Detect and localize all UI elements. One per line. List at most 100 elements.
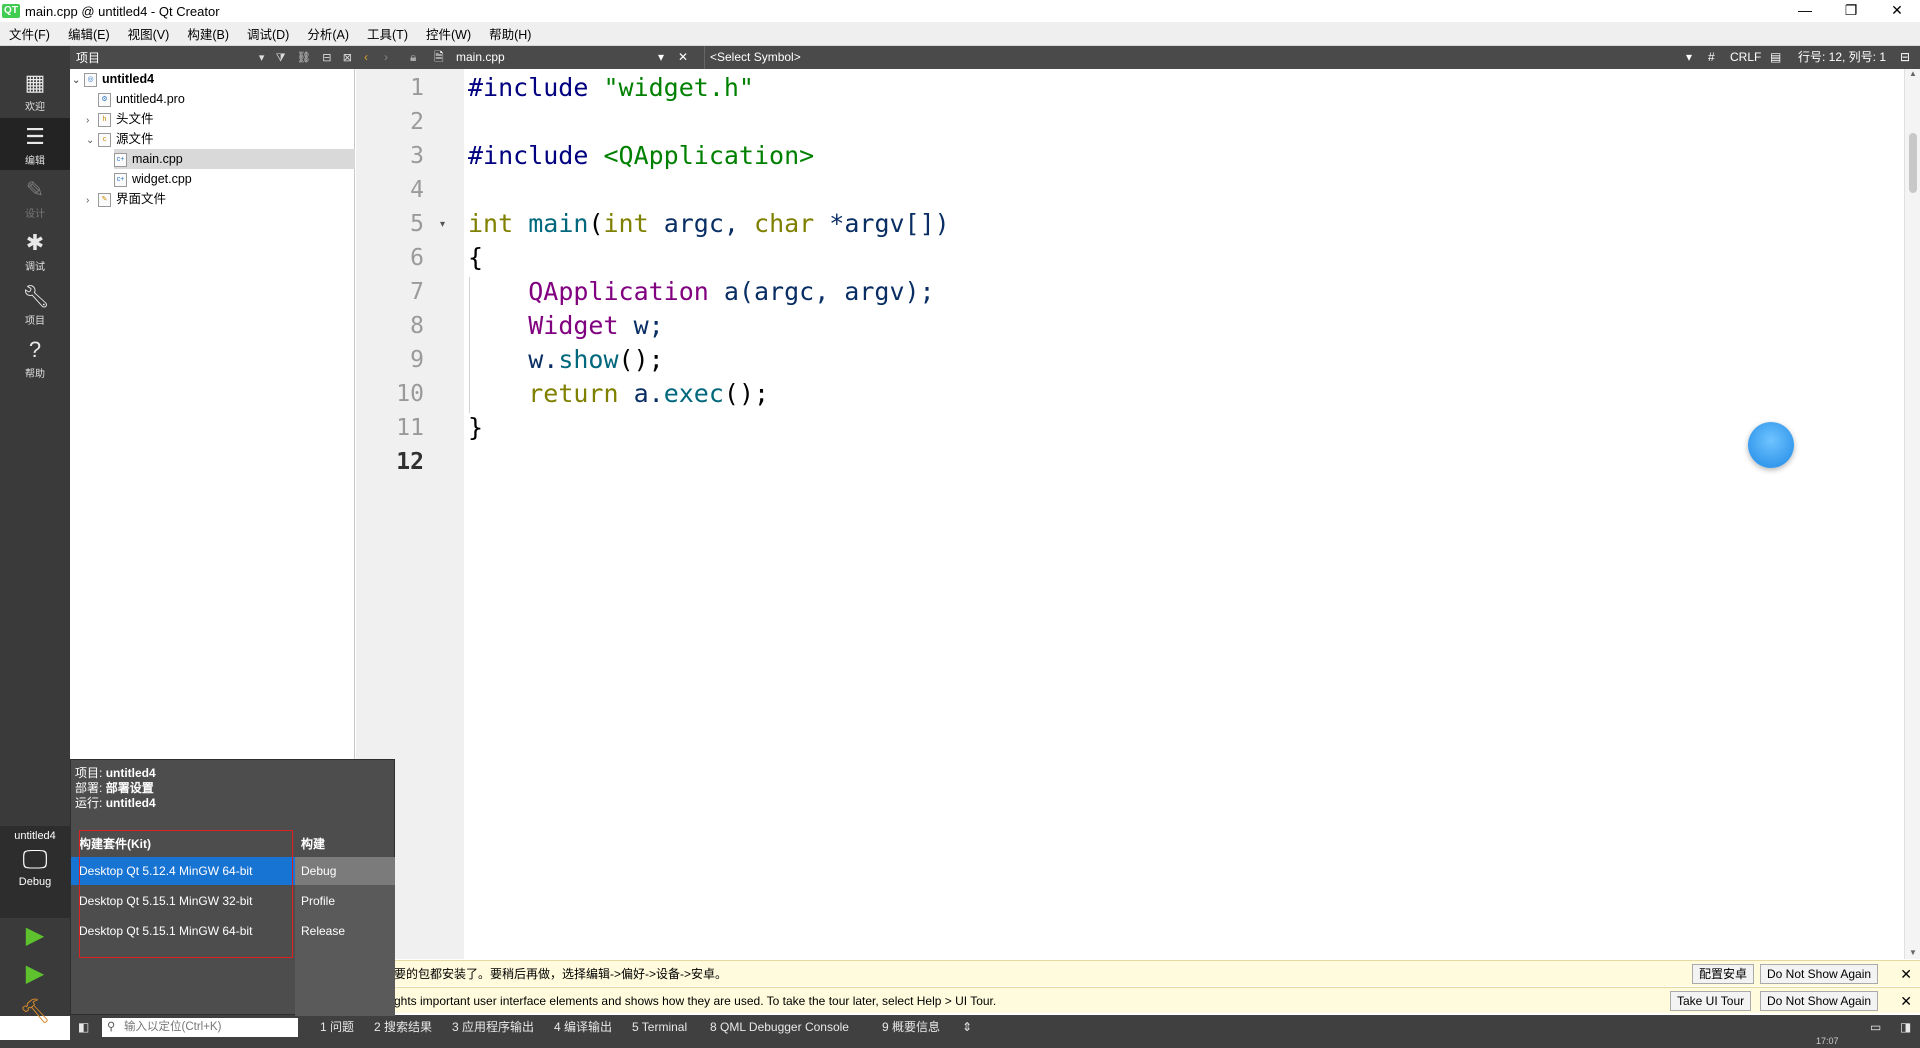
menu-tools[interactable]: 工具(T) [358, 24, 417, 43]
play-icon: ▶ [25, 922, 45, 949]
qt-logo-icon: QT [2, 4, 20, 18]
tab-terminal[interactable]: 5 Terminal [632, 1015, 687, 1040]
menu-debug[interactable]: 调试(D) [238, 24, 298, 43]
mode-projects[interactable]: 🔧︎ 项目 [0, 278, 70, 330]
right-sidebar-icon[interactable]: ◨ [1900, 1015, 1911, 1040]
editor-scrollbar[interactable]: ▲ ▼ [1904, 69, 1920, 959]
code-line: w.show(); [468, 345, 664, 374]
do-not-show-again-button[interactable]: Do Not Show Again [1760, 964, 1879, 984]
fold-arrow-icon[interactable]: ▾ [440, 219, 445, 230]
forward-icon[interactable]: › [384, 46, 388, 69]
debug-play-icon: ▶ [25, 960, 45, 987]
tab-search-results[interactable]: 2 搜索结果 [374, 1015, 432, 1040]
tree-node-pro-file[interactable]: ⚙ untitled4.pro [86, 89, 355, 109]
code-line: Widget w; [528, 311, 664, 340]
line-number: 2 [410, 109, 424, 135]
symbol-selector[interactable]: <Select Symbol> [704, 46, 801, 69]
split-icon[interactable]: ⊟ [322, 51, 331, 64]
code-line: #include "widget.h" [468, 73, 754, 102]
expand-arrow-icon[interactable]: ⌄ [72, 71, 84, 91]
tree-node-widget-cpp[interactable]: c+ widget.cpp [114, 169, 355, 189]
tab-compile-output[interactable]: 4 编译输出 [554, 1015, 612, 1040]
close-icon[interactable]: ✕ [1900, 961, 1912, 987]
floating-assistant-icon[interactable] [1748, 422, 1794, 468]
tab-general-messages[interactable]: 9 概要信息 [882, 1015, 940, 1040]
locator-input[interactable]: ⚲ 输入以定位(Ctrl+K) [102, 1018, 298, 1037]
chevron-down-icon[interactable]: ▾ [1686, 46, 1692, 69]
filter-icon[interactable]: ⧩ [276, 52, 286, 65]
collapse-arrow-icon[interactable]: › [86, 111, 98, 131]
mode-edit[interactable]: ☰ 编辑 [0, 118, 70, 170]
wrench-icon: 🔧︎ [22, 284, 50, 309]
tree-node-headers[interactable]: › h 头文件 [86, 109, 355, 129]
title-bar: QT main.cpp @ untitled4 - Qt Creator — ❐… [0, 0, 1920, 22]
menu-controls[interactable]: 控件(W) [417, 24, 480, 43]
monitor-icon: 🖵︎ [22, 844, 48, 874]
scroll-down-icon[interactable]: ▼ [1909, 948, 1917, 957]
hash-button[interactable]: # [1708, 46, 1715, 69]
scrollbar-thumb[interactable] [1909, 133, 1917, 193]
mode-debug[interactable]: ✱ 调试 [0, 224, 70, 276]
target-config: Debug [18, 876, 52, 888]
tree-node-main-cpp[interactable]: c+ main.cpp [114, 149, 355, 169]
mode-design[interactable]: ✎ 设计 [0, 171, 70, 223]
encoding-icon[interactable]: ▤ [1770, 46, 1781, 69]
menu-edit[interactable]: 编辑(E) [59, 24, 119, 43]
pro-file-icon: ⚙ [98, 92, 111, 107]
menu-analyze[interactable]: 分析(A) [298, 24, 358, 43]
maximize-button[interactable]: ❐ [1828, 0, 1874, 22]
chevron-down-icon[interactable]: ▾ [658, 46, 664, 69]
line-ending-selector[interactable]: CRLF [1730, 46, 1761, 69]
debug-run-button[interactable]: ▶ [0, 956, 70, 992]
cursor-position[interactable]: 行号: 12, 列号: 1 [1798, 46, 1886, 69]
toggle-sidebar-icon[interactable]: ◧ [78, 1015, 89, 1040]
output-toggle-icon[interactable]: ▭ [1870, 1015, 1881, 1040]
collapse-arrow-icon[interactable]: › [86, 191, 98, 211]
tree-node-sources[interactable]: ⌄ c 源文件 [86, 129, 355, 149]
take-ui-tour-button[interactable]: Take UI Tour [1670, 991, 1752, 1011]
build-option[interactable]: Debug [295, 857, 395, 885]
minimize-button[interactable]: — [1782, 0, 1828, 22]
line-number: 3 [410, 143, 424, 169]
build-option[interactable]: Profile [295, 887, 395, 915]
do-not-show-again-button[interactable]: Do Not Show Again [1760, 991, 1879, 1011]
kit-target-selector[interactable]: untitled4 🖵︎ Debug [0, 826, 70, 918]
tab-qml-debugger-console[interactable]: 8 QML Debugger Console [710, 1015, 849, 1040]
menu-view[interactable]: 视图(V) [119, 24, 179, 43]
menu-file[interactable]: 文件(F) [0, 24, 59, 43]
close-panel-icon[interactable]: ⊠ [343, 51, 352, 64]
scroll-up-icon[interactable]: ▲ [1909, 69, 1917, 78]
run-button[interactable]: ▶ [0, 918, 70, 954]
info-message: ghts important user interface elements a… [394, 994, 997, 1008]
tab-issues[interactable]: 1 问题 [320, 1015, 354, 1040]
menu-build[interactable]: 构建(B) [178, 24, 238, 43]
split-editor-icon[interactable]: ⊟ [1900, 46, 1910, 69]
mode-help[interactable]: ? 帮助 [0, 331, 70, 383]
project-view-selector[interactable]: 项目 [76, 49, 255, 66]
link-icon[interactable]: ⛓ [297, 51, 311, 64]
mode-welcome[interactable]: ▦ 欢迎 [0, 64, 70, 116]
configure-android-button[interactable]: 配置安卓 [1692, 964, 1755, 984]
info-message: 要的包都安装了。要稍后再做，选择编辑->偏好->设备->安卓。 [394, 967, 728, 981]
close-icon[interactable]: ✕ [1900, 988, 1912, 1014]
tree-node-project[interactable]: ⌄ ◎ untitled4 [72, 69, 355, 89]
source-folder-icon: c [98, 132, 111, 147]
build-option[interactable]: Release [295, 917, 395, 945]
header-folder-icon: h [98, 112, 111, 127]
build-button[interactable]: 🔨︎ [0, 994, 70, 1030]
close-button[interactable]: ✕ [1874, 0, 1920, 22]
menu-help[interactable]: 帮助(H) [480, 24, 540, 43]
tree-node-forms[interactable]: › ✎ 界面文件 [86, 189, 355, 209]
dropdown-icon[interactable]: ▾ [259, 51, 265, 64]
back-icon[interactable]: ‹ [364, 46, 368, 69]
lock-icon: 🔒︎ [410, 50, 417, 64]
kit-selector-popup: 项目: untitled4 部署: 部署设置 运行: untitled4 构建套… [70, 759, 395, 1016]
code-editor[interactable]: #include "widget.h" #include <QApplicati… [464, 69, 1904, 959]
close-document-icon[interactable]: ✕ [678, 46, 688, 69]
expand-arrow-icon[interactable]: ⌄ [86, 131, 98, 151]
project-tree: ⌄ ◎ untitled4 ⚙ untitled4.pro › h 头文件 ⌄ c 源文件 c… [70, 69, 355, 759]
tab-application-output[interactable]: 3 应用程序输出 [452, 1015, 534, 1040]
more-tabs-icon[interactable]: ⇕ [962, 1015, 972, 1040]
line-number: 1 [410, 75, 424, 101]
open-document-selector[interactable]: main.cpp [456, 46, 505, 69]
